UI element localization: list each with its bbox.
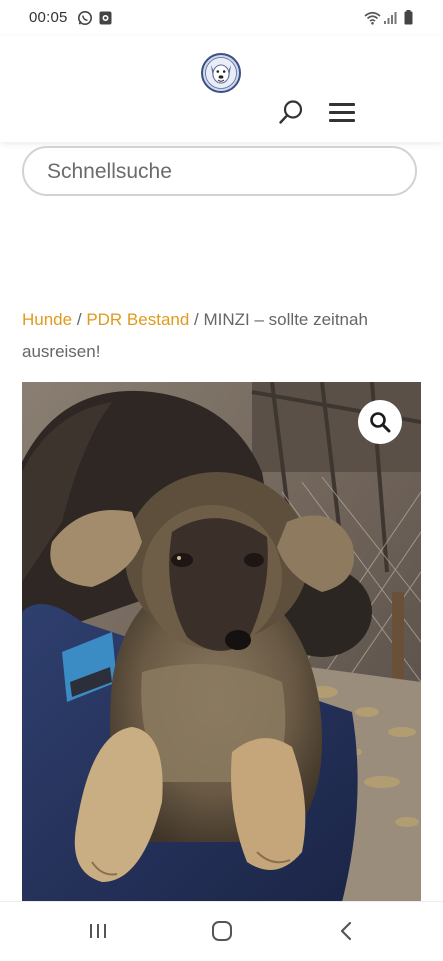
breadcrumb: Hunde / PDR Bestand / MINZI – sollte zei… — [22, 304, 422, 368]
header-search-button[interactable] — [278, 99, 304, 125]
dog-logo[interactable] — [201, 53, 241, 93]
hamburger-line — [329, 119, 355, 122]
site-header — [0, 36, 443, 142]
battery-icon — [404, 10, 413, 30]
magnifier-icon — [370, 412, 391, 433]
system-nav-bar — [0, 901, 443, 961]
breadcrumb-link-hunde[interactable]: Hunde — [22, 310, 72, 329]
breadcrumb-separator: / — [76, 310, 82, 329]
image-zoom-button[interactable] — [358, 400, 402, 444]
home-icon[interactable] — [210, 919, 234, 943]
quick-search-input[interactable] — [47, 158, 387, 186]
status-time: 00:05 — [29, 9, 68, 26]
breadcrumb-separator: / — [194, 310, 199, 329]
back-icon[interactable] — [335, 919, 359, 943]
hamburger-menu-button[interactable] — [329, 103, 355, 123]
hamburger-line — [329, 103, 355, 106]
whatsapp-icon — [77, 10, 93, 31]
product-image[interactable] — [22, 382, 421, 902]
breadcrumb-link-pdr-bestand[interactable]: PDR Bestand — [86, 310, 189, 329]
wifi-icon — [364, 11, 381, 30]
hamburger-line — [329, 111, 355, 114]
puppy-photo — [22, 382, 421, 902]
signal-icon — [383, 11, 397, 30]
search-icon — [279, 100, 303, 124]
status-bar: 00:05 — [0, 0, 443, 36]
notification-app-icon — [99, 11, 112, 30]
quick-search-box — [22, 146, 417, 196]
recent-apps-icon[interactable] — [87, 919, 111, 943]
